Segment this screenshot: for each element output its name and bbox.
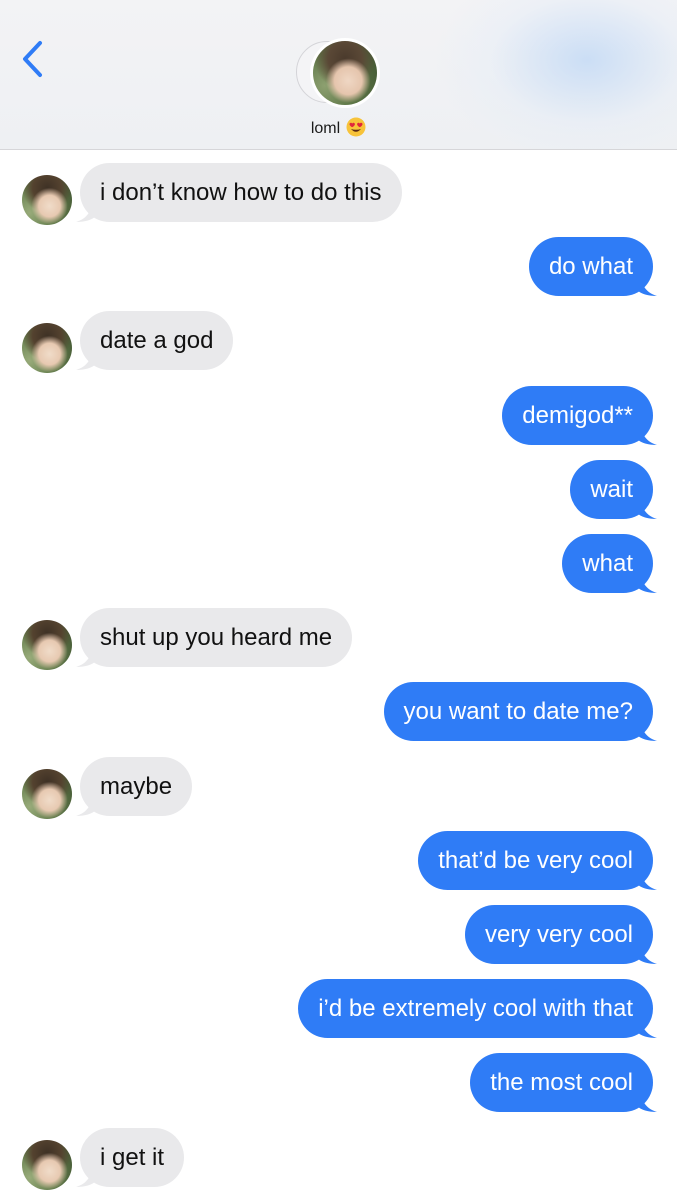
chevron-left-icon — [23, 41, 42, 77]
conversation-header: loml — [0, 0, 677, 150]
back-button[interactable] — [12, 36, 56, 84]
contact-name: loml — [310, 120, 341, 137]
outgoing-message-bubble[interactable]: what — [562, 534, 653, 593]
incoming-message-bubble[interactable]: maybe — [80, 757, 193, 816]
incoming-message-row: shut up you heard me — [0, 608, 677, 670]
outgoing-message-bubble[interactable]: that’d be very cool — [418, 831, 653, 890]
contact-avatar — [310, 38, 380, 108]
contact-avatar-group[interactable] — [296, 38, 386, 108]
incoming-message-row: date a god — [0, 311, 677, 373]
heart-eyes-emoji-icon — [346, 117, 366, 137]
incoming-message-bubble[interactable]: shut up you heard me — [80, 608, 353, 667]
contact-title[interactable]: loml — [0, 117, 677, 140]
incoming-message-bubble[interactable]: i get it — [80, 1128, 185, 1187]
outgoing-message-row: that’d be very cool — [0, 831, 677, 890]
outgoing-message-bubble[interactable]: demigod** — [502, 386, 653, 445]
sender-avatar[interactable] — [22, 323, 72, 373]
outgoing-message-row: you want to date me? — [0, 682, 677, 741]
sender-avatar[interactable] — [22, 620, 72, 670]
incoming-message-bubble[interactable]: i don’t know how to do this — [80, 163, 402, 222]
incoming-message-bubble[interactable]: date a god — [80, 311, 234, 370]
incoming-message-row: i get it — [0, 1128, 677, 1190]
outgoing-message-bubble[interactable]: wait — [570, 460, 653, 519]
outgoing-message-bubble[interactable]: do what — [528, 237, 653, 296]
outgoing-message-row: i’d be extremely cool with that — [0, 979, 677, 1038]
outgoing-message-bubble[interactable]: very very cool — [464, 905, 653, 964]
outgoing-message-row: wait — [0, 460, 677, 519]
sender-avatar[interactable] — [22, 175, 72, 225]
outgoing-message-row: demigod** — [0, 386, 677, 445]
outgoing-message-bubble[interactable]: you want to date me? — [383, 682, 653, 741]
outgoing-message-row: the most cool — [0, 1053, 677, 1112]
outgoing-message-bubble[interactable]: the most cool — [470, 1053, 653, 1112]
outgoing-message-bubble[interactable]: i’d be extremely cool with that — [298, 979, 653, 1038]
incoming-message-row: maybe — [0, 757, 677, 819]
sender-avatar[interactable] — [22, 769, 72, 819]
outgoing-message-row: what — [0, 534, 677, 593]
incoming-message-row: i don’t know how to do this — [0, 163, 677, 225]
contact-photo — [313, 41, 377, 105]
sender-avatar[interactable] — [22, 1140, 72, 1190]
outgoing-message-row: very very cool — [0, 905, 677, 964]
outgoing-message-row: do what — [0, 237, 677, 296]
